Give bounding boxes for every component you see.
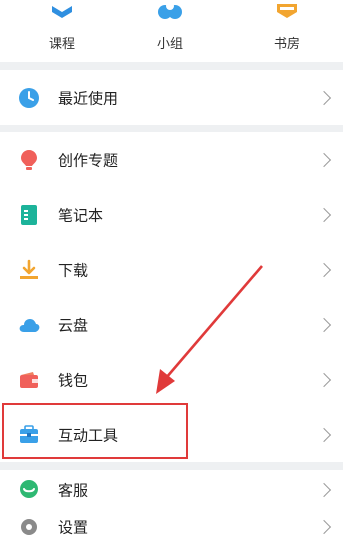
gear-icon — [21, 518, 37, 535]
menu-row-notebook[interactable]: 笔记本 — [0, 187, 343, 242]
chevron-right-icon — [316, 482, 332, 498]
menu-row-interactive-tools[interactable]: 互动工具 — [0, 407, 343, 462]
lightbulb-icon — [21, 149, 37, 170]
menu-row-wallet[interactable]: 钱包 — [0, 352, 343, 407]
menu-row-label: 客服 — [58, 481, 89, 500]
clock-icon — [19, 87, 39, 108]
notebook-icon — [21, 204, 37, 225]
study-icon — [277, 4, 297, 18]
nav-group[interactable]: 小组 — [125, 0, 215, 62]
chevron-right-icon — [316, 90, 332, 105]
menu-row-label: 创作专题 — [58, 151, 119, 169]
chevron-right-icon — [316, 152, 332, 167]
top-nav: 课程 小组 书房 — [0, 0, 343, 62]
menu-row-customer-service[interactable]: 客服 — [0, 470, 343, 510]
toolbox-icon — [20, 424, 38, 443]
menu-row-cloud[interactable]: 云盘 — [0, 297, 343, 352]
menu-row-label: 笔记本 — [58, 206, 104, 224]
support-group: 客服 设置 — [0, 470, 343, 545]
download-icon — [20, 259, 38, 279]
separator — [0, 62, 343, 70]
course-icon — [52, 6, 72, 18]
nav-study-label: 书房 — [273, 37, 300, 52]
menu-row-label: 钱包 — [58, 371, 89, 389]
chevron-right-icon — [316, 262, 332, 277]
chat-icon — [20, 480, 38, 498]
separator — [0, 462, 343, 470]
group-icon — [158, 2, 182, 19]
menu-row-label: 云盘 — [58, 316, 89, 334]
menu-row-recent[interactable]: 最近使用 — [0, 70, 343, 125]
recent-group: 最近使用 — [0, 70, 343, 125]
nav-course[interactable]: 课程 — [17, 0, 107, 62]
nav-study[interactable]: 书房 — [242, 0, 332, 62]
chevron-right-icon — [316, 207, 332, 222]
menu-row-label: 下载 — [58, 261, 89, 279]
menu-row-download[interactable]: 下载 — [0, 242, 343, 297]
menu-row-creation-topic[interactable]: 创作专题 — [0, 132, 343, 187]
nav-course-label: 课程 — [48, 37, 75, 52]
chevron-right-icon — [316, 317, 332, 332]
menu-row-label: 设置 — [58, 518, 89, 536]
menu-row-settings[interactable]: 设置 — [0, 510, 343, 545]
menu-row-label: 最近使用 — [58, 89, 119, 107]
chevron-right-icon — [316, 372, 332, 387]
cloud-icon — [19, 318, 40, 332]
chevron-right-icon — [316, 427, 332, 442]
chevron-right-icon — [316, 519, 332, 534]
wallet-icon — [20, 371, 38, 388]
separator — [0, 125, 343, 132]
menu-row-label: 互动工具 — [58, 426, 119, 444]
nav-group-label: 小组 — [156, 37, 183, 52]
main-menu-group: 创作专题 笔记本 下载 云盘 钱包 互动工具 — [0, 132, 343, 462]
